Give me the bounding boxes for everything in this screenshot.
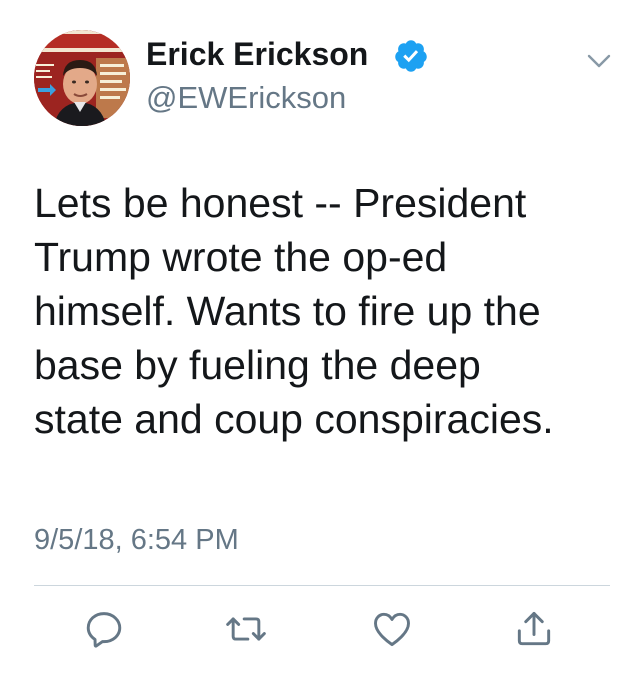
reply-button[interactable]: [80, 605, 128, 653]
avatar[interactable]: [34, 30, 130, 126]
tweet-timestamp[interactable]: 9/5/18, 6:54 PM: [34, 524, 239, 557]
display-name[interactable]: Erick Erickson: [146, 36, 368, 73]
heart-icon: [374, 612, 410, 647]
like-button[interactable]: [368, 605, 416, 653]
retweet-button[interactable]: [222, 605, 270, 653]
user-handle[interactable]: @EWErickson: [146, 80, 346, 116]
share-button[interactable]: [510, 605, 558, 653]
retweet-icon: [226, 617, 266, 641]
verified-badge-icon: [395, 40, 427, 72]
avatar-image: [34, 30, 130, 126]
tweet-text: Lets be honest -- President Trump wrote …: [34, 180, 554, 442]
divider: [34, 585, 610, 586]
share-icon: [517, 611, 551, 646]
chevron-down-icon[interactable]: [586, 52, 612, 70]
tweet-actions: [0, 605, 640, 653]
tweet-card: Erick Erickson @EWErickson Lets be hones…: [0, 0, 640, 673]
reply-icon: [86, 612, 122, 648]
